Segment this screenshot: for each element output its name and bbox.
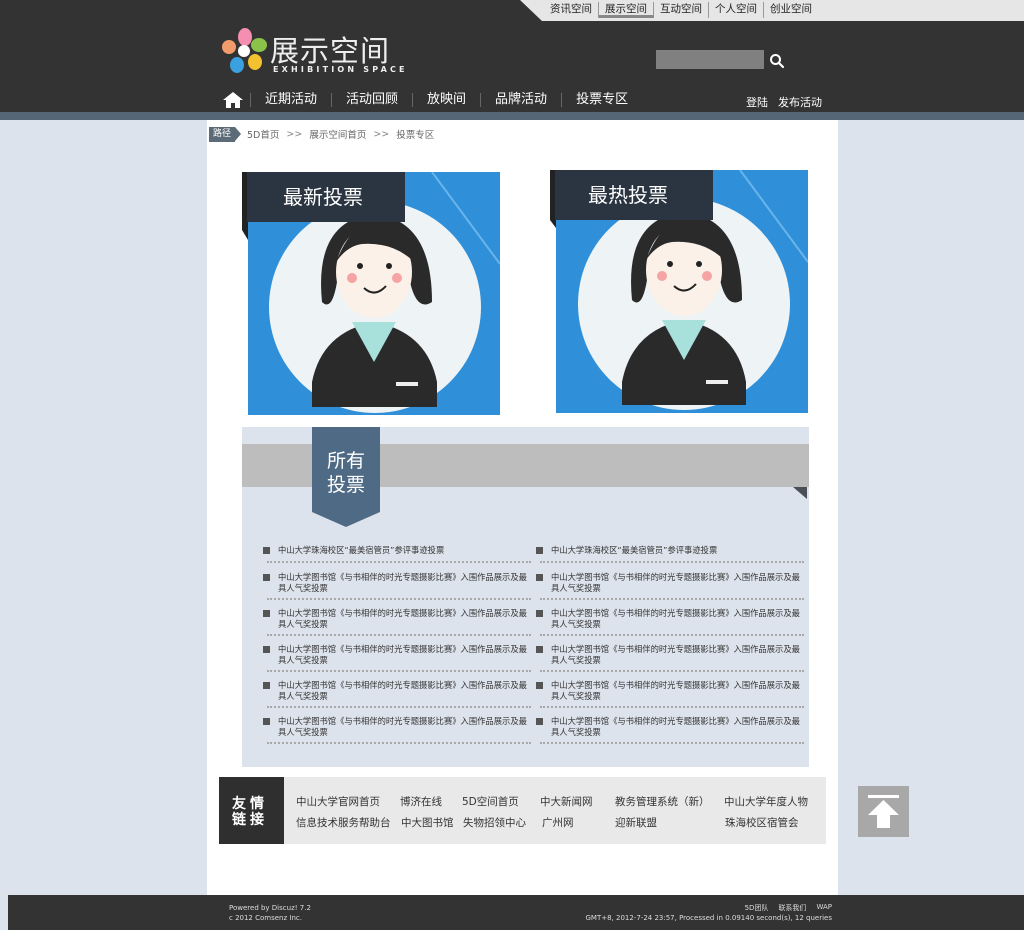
logo-subtitle: EXHIBITION SPACE (273, 65, 408, 74)
latest-votes-card[interactable]: 最新投票 (242, 172, 500, 415)
footer-link-team[interactable]: 5D团队 (745, 903, 769, 913)
friend-links: 友情 链接 中山大学官网首页 博济在线 5D空间首页 中大新闻网 教务管理系统（新… (219, 777, 826, 844)
header-stripe (0, 112, 1024, 120)
friend-links-title: 友情 链接 (219, 777, 284, 844)
publish-event-link[interactable]: 发布活动 (778, 94, 822, 110)
copyright: c 2012 Comsenz Inc. (229, 914, 302, 922)
link-library[interactable]: 中大图书馆 (401, 815, 454, 830)
search-icon[interactable] (769, 53, 785, 69)
back-to-top-button[interactable] (858, 786, 909, 837)
flower-logo-icon (222, 28, 267, 73)
nav-recent-events[interactable]: 近期活动 (250, 93, 331, 107)
latest-votes-label: 最新投票 (247, 172, 405, 222)
vote-list-right: 中山大学珠海校区“最美宿管员”参评事迹投票 中山大学图书馆《与书相伴的时光专题摄… (534, 545, 804, 752)
vote-list-item[interactable]: 中山大学图书馆《与书相伴的时光专题摄影比赛》入围作品展示及最具人气奖投票 (534, 644, 804, 672)
all-votes-title: 所有 投票 (326, 450, 365, 496)
vote-list-item[interactable]: 中山大学图书馆《与书相伴的时光专题摄影比赛》入围作品展示及最具人气奖投票 (534, 572, 804, 600)
footer-link-contact[interactable]: 联系我们 (778, 903, 806, 913)
hottest-votes-label: 最热投票 (555, 170, 713, 220)
tab-news-space[interactable]: 资讯空间 (544, 2, 599, 18)
link-lost-found[interactable]: 失物招领中心 (463, 815, 526, 830)
user-links: 登陆 发布活动 (746, 94, 822, 110)
nav-brand-events[interactable]: 品牌活动 (480, 93, 561, 107)
breadcrumb-5d-home[interactable]: 5D首页 (247, 127, 279, 141)
link-academic-system[interactable]: 教务管理系统（新） (615, 794, 710, 809)
arrow-up-icon (868, 795, 899, 828)
nav-event-review[interactable]: 活动回顾 (331, 93, 412, 107)
footer-stats: GMT+8, 2012-7-24 23:57, Processed in 0.0… (585, 914, 832, 922)
vote-list-item[interactable]: 中山大学图书馆《与书相伴的时光专题摄影比赛》入围作品展示及最具人气奖投票 (261, 644, 531, 672)
breadcrumb: 路径 5D首页 >> 展示空间首页 >> 投票专区 (209, 126, 434, 142)
footer-credits: Powered by Discuz! 7.2 c 2012 Comsenz In… (229, 903, 311, 923)
breadcrumb-separator: >> (373, 128, 390, 140)
login-link[interactable]: 登陆 (746, 94, 768, 110)
link-5d-home[interactable]: 5D空间首页 (462, 794, 519, 809)
vote-list-left: 中山大学珠海校区“最美宿管员”参评事迹投票 中山大学图书馆《与书相伴的时光专题摄… (261, 545, 531, 752)
main-nav: 近期活动 活动回顾 放映间 品牌活动 投票专区 (222, 90, 642, 110)
breadcrumb-voting-zone[interactable]: 投票专区 (396, 127, 434, 141)
link-annual-people[interactable]: 中山大学年度人物 (724, 794, 808, 809)
search-input[interactable] (656, 50, 764, 69)
link-zhuhai-dorm[interactable]: 珠海校区宿管会 (725, 815, 799, 830)
top-tabs: 资讯空间 展示空间 互动空间 个人空间 创业空间 (544, 2, 818, 18)
link-guangzhou[interactable]: 广州网 (542, 815, 574, 830)
vote-list-item[interactable]: 中山大学图书馆《与书相伴的时光专题摄影比赛》入围作品展示及最具人气奖投票 (534, 716, 804, 744)
vote-list-item[interactable]: 中山大学图书馆《与书相伴的时光专题摄影比赛》入围作品展示及最具人气奖投票 (261, 572, 531, 600)
link-welcome-union[interactable]: 迎新联盟 (615, 815, 657, 830)
footer-links: 5D团队 联系我们 WAP (745, 903, 832, 913)
vote-list-item[interactable]: 中山大学图书馆《与书相伴的时光专题摄影比赛》入围作品展示及最具人气奖投票 (534, 680, 804, 708)
vote-list-item[interactable]: 中山大学图书馆《与书相伴的时光专题摄影比赛》入围作品展示及最具人气奖投票 (534, 608, 804, 636)
nav-screening-room[interactable]: 放映间 (412, 93, 480, 107)
site-logo[interactable]: 展示空间 EXHIBITION SPACE (220, 26, 420, 78)
link-bojizaixian[interactable]: 博济在线 (400, 794, 442, 809)
tab-exhibition-space[interactable]: 展示空间 (599, 2, 654, 18)
tab-startup-space[interactable]: 创业空间 (764, 2, 818, 18)
all-votes-panel: 所有 投票 中山大学珠海校区“最美宿管员”参评事迹投票 中山大学图书馆《与书相伴的… (242, 427, 809, 767)
vote-list-item[interactable]: 中山大学图书馆《与书相伴的时光专题摄影比赛》入围作品展示及最具人气奖投票 (261, 680, 531, 708)
vote-list-item[interactable]: 中山大学珠海校区“最美宿管员”参评事迹投票 (534, 545, 804, 563)
hottest-votes-card[interactable]: 最热投票 (550, 170, 808, 413)
vote-list-item[interactable]: 中山大学图书馆《与书相伴的时光专题摄影比赛》入围作品展示及最具人气奖投票 (261, 608, 531, 636)
home-icon[interactable] (222, 91, 244, 109)
vote-list-item[interactable]: 中山大学图书馆《与书相伴的时光专题摄影比赛》入围作品展示及最具人气奖投票 (261, 716, 531, 744)
link-sysu-home[interactable]: 中山大学官网首页 (296, 794, 380, 809)
site-footer: Powered by Discuz! 7.2 c 2012 Comsenz In… (8, 895, 1024, 930)
all-votes-tag: 所有 投票 (312, 427, 380, 527)
nav-voting-zone[interactable]: 投票专区 (561, 93, 642, 107)
footer-link-wap[interactable]: WAP (816, 903, 832, 913)
tab-personal-space[interactable]: 个人空间 (709, 2, 764, 18)
breadcrumb-exhibition-home[interactable]: 展示空间首页 (309, 127, 366, 141)
logo-title: 展示空间 (270, 34, 391, 68)
breadcrumb-separator: >> (286, 128, 303, 140)
powered-by: Powered by Discuz! 7.2 (229, 904, 311, 912)
link-it-helpdesk[interactable]: 信息技术服务帮助台 (296, 815, 391, 830)
link-sysu-news[interactable]: 中大新闻网 (540, 794, 593, 809)
band-fold (793, 487, 807, 499)
breadcrumb-tag: 路径 (209, 126, 242, 142)
tab-interaction-space[interactable]: 互动空间 (654, 2, 709, 18)
vote-list-item[interactable]: 中山大学珠海校区“最美宿管员”参评事迹投票 (261, 545, 531, 563)
